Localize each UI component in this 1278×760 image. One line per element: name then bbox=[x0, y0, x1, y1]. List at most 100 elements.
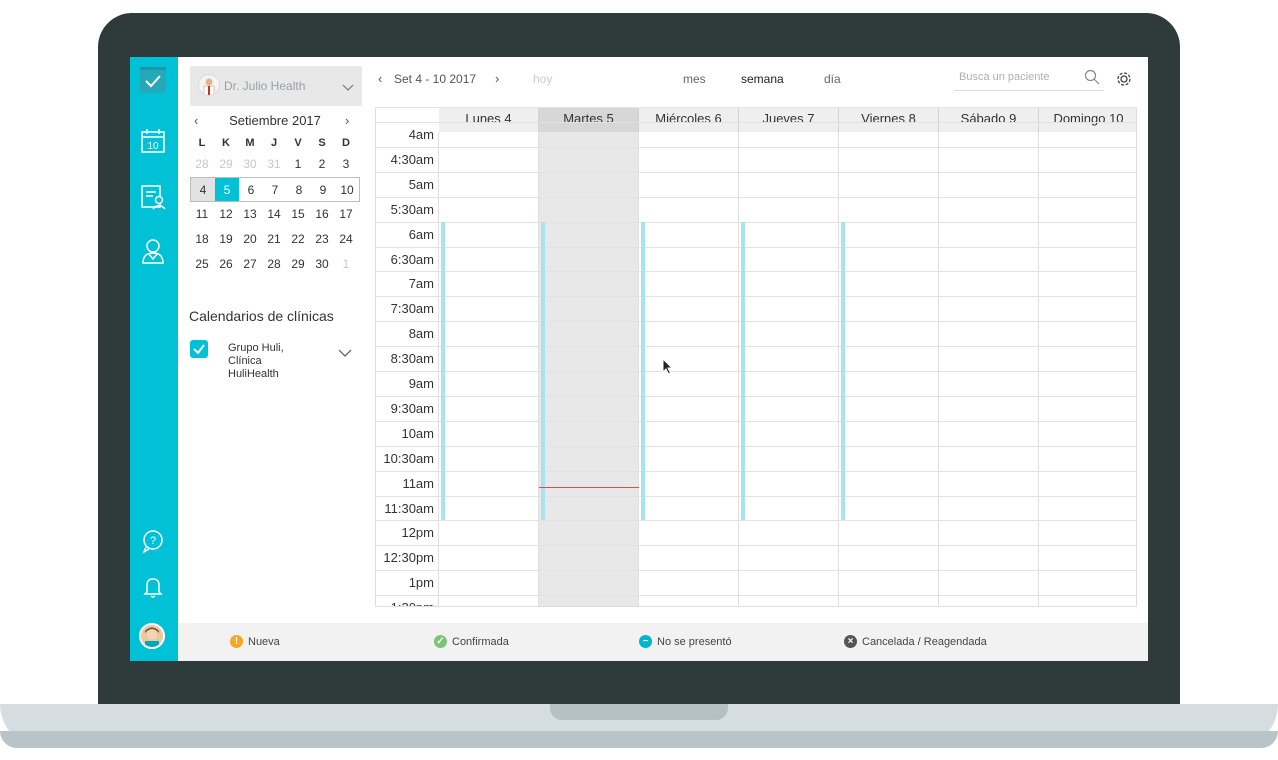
hour-label: 10:30am bbox=[383, 450, 434, 466]
hour-row: 10am bbox=[376, 420, 1136, 446]
mini-calendar-day[interactable]: 12 bbox=[214, 202, 238, 227]
mini-calendar-day[interactable]: 13 bbox=[238, 202, 262, 227]
next-week-button[interactable]: › bbox=[495, 71, 499, 86]
cancelled-status-icon: × bbox=[844, 635, 857, 648]
mini-calendar-day[interactable]: 24 bbox=[334, 227, 358, 252]
doctor-name: Dr. Julio Health bbox=[224, 79, 306, 93]
hour-label: 6am bbox=[408, 226, 434, 242]
mini-calendar-day[interactable]: 26 bbox=[214, 252, 238, 277]
mini-calendar-day[interactable]: 11 bbox=[190, 202, 214, 227]
icon-rail: 10 ? bbox=[130, 57, 178, 661]
mini-calendar-day[interactable]: 30 bbox=[310, 252, 334, 277]
mini-calendar-day[interactable]: 5 bbox=[215, 178, 239, 201]
help-icon[interactable]: ? bbox=[139, 527, 167, 555]
dow-label: S bbox=[318, 137, 326, 149]
availability-bar[interactable] bbox=[741, 221, 745, 521]
availability-bar[interactable] bbox=[841, 221, 845, 521]
mini-calendar-day[interactable]: 22 bbox=[286, 227, 310, 252]
legend-label: Nueva bbox=[248, 636, 280, 648]
mini-calendar-day[interactable]: 17 bbox=[334, 202, 358, 227]
hour-label: 7am bbox=[408, 276, 434, 292]
date-range: Set 4 - 10 2017 bbox=[394, 72, 477, 86]
dow-label: L bbox=[198, 137, 206, 149]
mini-calendar-day[interactable]: 14 bbox=[262, 202, 286, 227]
hour-label: 1:30pm bbox=[376, 600, 434, 606]
mini-calendar-day[interactable]: 18 bbox=[190, 227, 214, 252]
hour-label: 8:30am bbox=[390, 351, 434, 367]
confirmed-status-icon: ✓ bbox=[434, 635, 447, 648]
hour-row: 5:30am bbox=[376, 196, 1136, 222]
dow-label: K bbox=[222, 137, 230, 149]
user-avatar[interactable] bbox=[139, 623, 165, 649]
availability-bar[interactable] bbox=[641, 221, 645, 521]
column-divider bbox=[538, 132, 539, 606]
doctor-selector[interactable]: Dr. Julio Health bbox=[190, 66, 362, 106]
hour-row: 6am bbox=[376, 221, 1136, 247]
bell-icon[interactable] bbox=[139, 573, 167, 601]
mini-calendar-day[interactable]: 27 bbox=[238, 252, 262, 277]
mini-calendar-day[interactable]: 10 bbox=[335, 178, 359, 201]
view-week-tab[interactable]: semana bbox=[741, 72, 784, 86]
mouse-cursor bbox=[662, 358, 674, 375]
prev-week-button[interactable]: ‹ bbox=[378, 71, 382, 86]
mini-calendar-day[interactable]: 15 bbox=[286, 202, 310, 227]
mini-calendar-day[interactable]: 4 bbox=[191, 178, 215, 201]
app-logo-icon[interactable] bbox=[140, 67, 166, 93]
mini-calendar-day[interactable]: 21 bbox=[262, 227, 286, 252]
column-divider bbox=[638, 132, 639, 606]
availability-bar[interactable] bbox=[441, 221, 445, 521]
week-grid: Lunes 4 Martes 5 Miércoles 6 Jueves 7 Vierne… bbox=[375, 107, 1137, 607]
dow-label: D bbox=[342, 137, 350, 149]
mini-calendar-day[interactable]: 16 bbox=[310, 202, 334, 227]
today-button[interactable]: hoy bbox=[533, 72, 552, 86]
mini-calendar-day[interactable]: 25 bbox=[190, 252, 214, 277]
clinics-title: Calendarios de clínicas bbox=[189, 308, 334, 324]
calendar-icon[interactable]: 10 bbox=[139, 127, 167, 155]
dow-label: V bbox=[294, 137, 302, 149]
doctor-icon[interactable] bbox=[139, 237, 167, 265]
patient-search bbox=[954, 67, 1104, 91]
mini-calendar-day[interactable]: 19 bbox=[214, 227, 238, 252]
view-month-tab[interactable]: mes bbox=[683, 72, 706, 86]
patient-list-icon[interactable] bbox=[139, 183, 167, 211]
mini-calendar-next[interactable]: › bbox=[345, 113, 349, 128]
mini-calendar-day[interactable]: 30 bbox=[238, 152, 262, 177]
search-input[interactable] bbox=[959, 67, 1079, 87]
clinic-item[interactable]: Grupo Huli, Clínica HuliHealth bbox=[190, 339, 360, 389]
mini-calendar-day[interactable]: 7 bbox=[263, 178, 287, 201]
calendar-toolbar: ‹ Set 4 - 10 2017 › hoy mes semana día bbox=[374, 57, 1148, 105]
mini-calendar-day[interactable]: 1 bbox=[286, 152, 310, 177]
mini-calendar-dow-row: LKMJVSD bbox=[190, 134, 360, 152]
hour-label: 1pm bbox=[408, 575, 434, 591]
mini-calendar-day[interactable]: 28 bbox=[262, 252, 286, 277]
column-divider bbox=[1038, 132, 1039, 606]
mini-calendar-day[interactable]: 9 bbox=[311, 178, 335, 201]
status-legend: ! Nueva ✓ Confirmada − No se presentó × Cancela… bbox=[178, 623, 1148, 661]
mini-calendar-day[interactable]: 28 bbox=[190, 152, 214, 177]
mini-calendar-day[interactable]: 6 bbox=[239, 178, 263, 201]
mini-calendar-day[interactable]: 23 bbox=[310, 227, 334, 252]
laptop-base-shadow bbox=[0, 731, 1278, 748]
hour-label: 12pm bbox=[401, 525, 434, 541]
clinic-checkbox[interactable] bbox=[190, 340, 208, 358]
mini-calendar-day[interactable]: 29 bbox=[214, 152, 238, 177]
search-icon[interactable] bbox=[1084, 69, 1100, 90]
hour-label: 5am bbox=[408, 176, 434, 192]
mini-calendar-day[interactable]: 29 bbox=[286, 252, 310, 277]
mini-calendar-day[interactable]: 3 bbox=[334, 152, 358, 177]
new-status-icon: ! bbox=[230, 635, 243, 648]
mini-calendar-day[interactable]: 8 bbox=[287, 178, 311, 201]
mini-calendar-day[interactable]: 2 bbox=[310, 152, 334, 177]
mini-calendar-day[interactable]: 1 bbox=[334, 252, 358, 277]
mini-calendar-day[interactable]: 31 bbox=[262, 152, 286, 177]
hour-row: 8am bbox=[376, 321, 1136, 346]
hour-label: 8am bbox=[408, 326, 434, 342]
chevron-down-icon[interactable] bbox=[338, 344, 352, 362]
view-day-tab[interactable]: día bbox=[824, 72, 841, 86]
hour-row: 10:30am bbox=[376, 445, 1136, 471]
hour-row: 7am bbox=[376, 271, 1136, 296]
mini-calendar-day[interactable]: 20 bbox=[238, 227, 262, 252]
gear-icon[interactable] bbox=[1115, 70, 1133, 93]
hour-label: 4:30am bbox=[390, 151, 434, 167]
availability-bar[interactable] bbox=[541, 221, 545, 521]
